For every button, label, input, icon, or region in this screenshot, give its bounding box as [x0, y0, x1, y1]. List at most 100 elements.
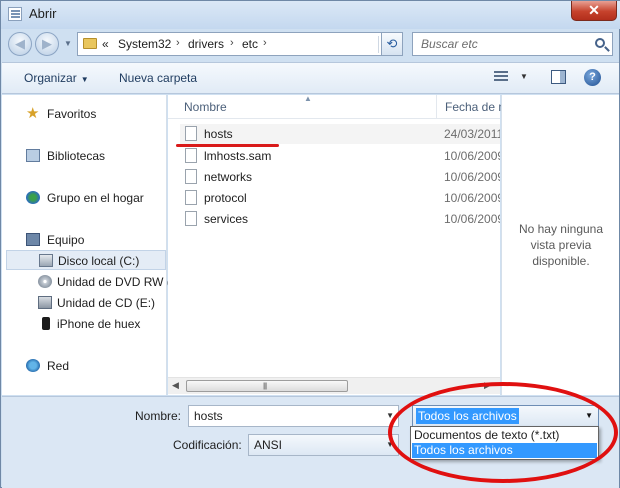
scroll-left-icon[interactable]: ◀: [172, 380, 179, 391]
sidebar-item-local-disk[interactable]: Disco local (C:): [6, 250, 166, 270]
organize-button[interactable]: Organizar ▼: [24, 71, 89, 85]
sidebar-item-homegroup[interactable]: Grupo en el hogar: [2, 188, 166, 208]
back-arrow-icon: ◀: [15, 36, 25, 51]
file-name-field[interactable]: hosts ▼: [188, 405, 399, 427]
encoding-select[interactable]: ANSI ▼: [248, 434, 399, 456]
forward-arrow-icon: ▶: [42, 36, 52, 51]
dvd-drive-icon: [38, 275, 52, 288]
network-icon: [26, 359, 40, 372]
breadcrumb-overflow[interactable]: «: [102, 37, 109, 51]
file-name-value: hosts: [194, 409, 223, 423]
annotation-ellipse: [388, 382, 618, 483]
file-icon: [185, 148, 197, 163]
sort-ascending-icon: ▲: [304, 94, 312, 103]
file-name: lmhosts.sam: [204, 149, 272, 163]
sidebar-item-label: Unidad de CD (E:): [57, 296, 156, 310]
file-date: 10/06/2009: [444, 191, 500, 205]
cd-drive-icon: [38, 296, 52, 309]
sidebar-item-label: Disco local (C:): [58, 254, 140, 268]
chevron-right-icon[interactable]: ›: [176, 37, 180, 49]
views-icon[interactable]: [494, 71, 508, 83]
refresh-button[interactable]: ⟲: [381, 32, 403, 56]
window-title: Abrir: [29, 6, 57, 21]
preview-pane-icon[interactable]: [551, 70, 566, 84]
file-name: hosts: [204, 127, 233, 141]
notepad-icon: [8, 7, 22, 21]
scrollbar-thumb[interactable]: ||||: [186, 380, 348, 392]
encoding-label: Codificación:: [173, 438, 242, 452]
sidebar-item-libraries[interactable]: Bibliotecas: [2, 146, 166, 166]
hard-disk-icon: [39, 254, 53, 267]
file-name: protocol: [204, 191, 247, 205]
grip-icon: ||||: [263, 383, 267, 390]
preview-pane: No hay ninguna vista previa disponible.: [501, 95, 619, 395]
search-icon[interactable]: [595, 38, 605, 48]
back-button[interactable]: ◀: [8, 32, 32, 56]
file-list: ▲ Nombre Fecha de m hosts 24/03/2011 lmh…: [168, 94, 508, 395]
views-dropdown[interactable]: ▼: [520, 72, 528, 81]
sidebar-item-favorites[interactable]: ★ Favoritos: [2, 104, 166, 124]
annotation-underline: [176, 144, 279, 147]
file-date: 24/03/2011: [444, 127, 500, 141]
chevron-right-icon[interactable]: ›: [230, 37, 234, 49]
sidebar-item-network[interactable]: Red: [2, 356, 166, 376]
navigation-pane: ★ Favoritos Bibliotecas Grupo en el hoga…: [2, 95, 171, 395]
column-header-name[interactable]: Nombre: [184, 100, 227, 114]
forward-button[interactable]: ▶: [35, 32, 59, 56]
chevron-down-icon: ▼: [80, 75, 89, 84]
help-icon[interactable]: ?: [584, 69, 601, 86]
file-icon: [185, 190, 197, 205]
column-header-date[interactable]: Fecha de m: [445, 100, 508, 114]
file-date: 10/06/2009: [444, 212, 500, 226]
sidebar-item-label: Bibliotecas: [47, 149, 106, 163]
new-folder-button[interactable]: Nueva carpeta: [119, 71, 197, 85]
refresh-icon: ⟲: [386, 36, 398, 51]
chevron-right-icon[interactable]: ›: [263, 37, 267, 49]
file-date: 10/06/2009: [444, 149, 500, 163]
file-icon: [185, 126, 197, 141]
navigation-bar: ◀ ▶ ▼ « System32 › drivers › etc › ▼ ⟲ B…: [1, 29, 620, 61]
sidebar-item-label: Red: [47, 359, 70, 373]
sidebar-item-label: Grupo en el hogar: [47, 191, 144, 205]
sidebar-item-cd[interactable]: Unidad de CD (E:): [2, 293, 166, 313]
file-row-networks[interactable]: networks 10/06/2009: [180, 167, 500, 187]
star-icon: ★: [26, 105, 40, 122]
file-row-lmhosts[interactable]: lmhosts.sam 10/06/2009: [180, 146, 500, 166]
search-placeholder: Buscar etc: [421, 37, 478, 51]
sidebar-item-label: Favoritos: [47, 107, 97, 121]
sidebar-item-computer[interactable]: Equipo: [2, 230, 166, 250]
sidebar-item-dvd[interactable]: Unidad de DVD RW (: [2, 272, 171, 292]
address-bar[interactable]: « System32 › drivers › etc › ▼: [77, 32, 403, 56]
column-divider[interactable]: [436, 95, 437, 119]
file-date: 10/06/2009: [444, 170, 500, 184]
file-icon: [185, 211, 197, 226]
open-file-dialog: Abrir ✕ ◀ ▶ ▼ « System32 › drivers › etc…: [0, 0, 620, 488]
homegroup-icon: [26, 191, 40, 204]
command-bar: Organizar ▼ Nueva carpeta ▼ ?: [2, 62, 619, 94]
organize-label: Organizar: [24, 71, 77, 85]
file-name: networks: [204, 170, 253, 184]
title-bar: Abrir ✕: [1, 1, 620, 29]
file-row-hosts[interactable]: hosts 24/03/2011: [180, 124, 500, 144]
column-headers: ▲ Nombre Fecha de m: [168, 94, 508, 119]
file-name: services: [204, 212, 249, 226]
file-row-services[interactable]: services 10/06/2009: [180, 209, 500, 229]
sidebar-item-label: Equipo: [47, 233, 85, 247]
search-input[interactable]: Buscar etc: [412, 32, 613, 56]
close-button[interactable]: ✕: [571, 1, 617, 21]
phone-icon: [42, 317, 50, 330]
file-icon: [185, 169, 197, 184]
sidebar-item-label: iPhone de huex: [57, 317, 141, 331]
file-row-protocol[interactable]: protocol 10/06/2009: [180, 188, 500, 208]
sidebar-item-iphone[interactable]: iPhone de huex: [2, 314, 166, 334]
breadcrumb-etc[interactable]: etc: [242, 37, 258, 51]
breadcrumb-drivers[interactable]: drivers: [188, 37, 224, 51]
computer-icon: [26, 233, 40, 246]
recent-locations-dropdown[interactable]: ▼: [64, 39, 72, 48]
file-name-label: Nombre:: [135, 409, 182, 423]
library-icon: [26, 149, 40, 162]
preview-message: No hay ninguna vista previa disponible.: [518, 222, 604, 268]
folder-icon: [83, 38, 97, 49]
breadcrumb-system32[interactable]: System32: [118, 37, 171, 51]
sidebar-item-label: Unidad de DVD RW (: [57, 275, 171, 289]
